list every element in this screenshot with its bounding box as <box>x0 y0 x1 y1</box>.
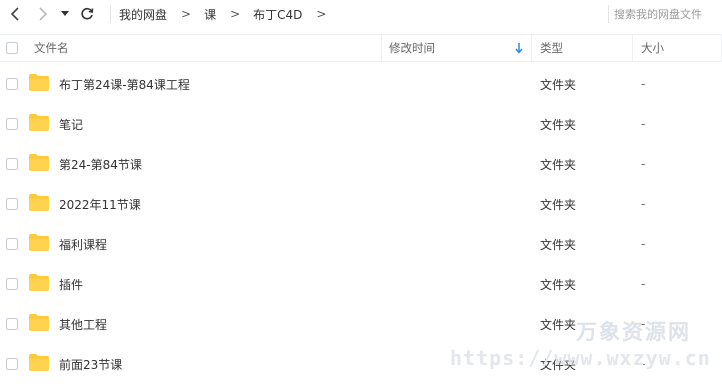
file-type: 文件夹 <box>540 157 577 172</box>
column-divider <box>531 35 532 62</box>
file-row[interactable]: 笔记 文件夹 - <box>0 104 722 144</box>
row-checkbox[interactable] <box>6 158 18 170</box>
file-type: 文件夹 <box>540 117 577 132</box>
column-header-name[interactable]: 文件名 <box>34 35 69 61</box>
breadcrumb-item-course[interactable]: 课 <box>204 6 216 23</box>
file-name[interactable]: 前面23节课 <box>59 344 122 384</box>
select-all-cell <box>6 35 18 61</box>
folder-icon <box>29 114 49 131</box>
folder-icon <box>29 354 49 371</box>
file-size: - <box>641 157 646 171</box>
file-row[interactable]: 插件 文件夹 - <box>0 264 722 304</box>
breadcrumb-divider <box>110 5 111 23</box>
file-row[interactable]: 第24-第84节课 文件夹 - <box>0 144 722 184</box>
toolbar: 我的网盘 > 课 > 布丁C4D > <box>0 0 722 28</box>
search-divider <box>608 5 609 23</box>
folder-icon <box>29 194 49 211</box>
folder-icon <box>29 314 49 331</box>
row-checkbox[interactable] <box>6 358 18 370</box>
column-header-size[interactable]: 大小 <box>641 35 664 61</box>
select-all-checkbox[interactable] <box>6 42 18 54</box>
file-size: - <box>641 317 646 331</box>
search-input[interactable] <box>614 7 719 21</box>
column-divider <box>381 35 382 62</box>
history-dropdown-button[interactable] <box>56 3 74 25</box>
file-size: - <box>641 77 646 91</box>
file-size: - <box>641 237 646 251</box>
breadcrumb-separator: > <box>316 7 327 21</box>
folder-icon <box>29 74 49 91</box>
search-box <box>608 3 722 25</box>
column-divider <box>632 35 633 62</box>
file-type: 文件夹 <box>540 277 577 292</box>
file-name[interactable]: 第24-第84节课 <box>59 144 142 184</box>
row-checkbox[interactable] <box>6 318 18 330</box>
chevron-right-icon <box>39 7 48 21</box>
column-header-type[interactable]: 类型 <box>540 35 563 61</box>
file-name[interactable]: 福利课程 <box>59 224 107 264</box>
file-size: - <box>641 117 646 131</box>
row-checkbox[interactable] <box>6 78 18 90</box>
row-checkbox[interactable] <box>6 118 18 130</box>
file-name[interactable]: 笔记 <box>59 104 83 144</box>
file-name[interactable]: 插件 <box>59 264 83 304</box>
file-type: 文件夹 <box>540 77 577 92</box>
breadcrumb-separator: > <box>181 7 192 21</box>
file-type: 文件夹 <box>540 237 577 252</box>
file-name[interactable]: 其他工程 <box>59 304 107 344</box>
table-header: 文件名 修改时间 类型 大小 <box>0 34 722 62</box>
breadcrumb-separator: > <box>230 7 241 21</box>
file-size: - <box>641 357 646 371</box>
column-header-modified-label: 修改时间 <box>389 41 435 55</box>
caret-down-icon <box>61 11 69 16</box>
file-list: 布丁第24课-第84课工程 文件夹 - 笔记 文件夹 - 第24-第84节课 文… <box>0 64 722 384</box>
file-type: 文件夹 <box>540 197 577 212</box>
file-size: - <box>641 277 646 291</box>
sort-down-icon <box>515 43 523 54</box>
forward-button[interactable] <box>32 3 54 25</box>
file-row[interactable]: 前面23节课 文件夹 - <box>0 344 722 384</box>
column-header-modified[interactable]: 修改时间 <box>389 35 529 61</box>
file-name[interactable]: 布丁第24课-第84课工程 <box>59 64 190 104</box>
file-type: 文件夹 <box>540 317 577 332</box>
refresh-button[interactable] <box>76 3 98 25</box>
chevron-left-icon <box>10 7 19 21</box>
refresh-icon <box>81 7 94 20</box>
folder-icon <box>29 234 49 251</box>
row-checkbox[interactable] <box>6 238 18 250</box>
breadcrumb-item-buding-c4d[interactable]: 布丁C4D <box>253 6 302 23</box>
breadcrumb: 我的网盘 > 课 > 布丁C4D > <box>110 0 339 28</box>
row-checkbox[interactable] <box>6 198 18 210</box>
file-row[interactable]: 福利课程 文件夹 - <box>0 224 722 264</box>
back-button[interactable] <box>4 3 26 25</box>
folder-icon <box>29 274 49 291</box>
folder-icon <box>29 154 49 171</box>
file-row[interactable]: 2022年11节课 文件夹 - <box>0 184 722 224</box>
file-row[interactable]: 布丁第24课-第84课工程 文件夹 - <box>0 64 722 104</box>
file-name[interactable]: 2022年11节课 <box>59 184 141 224</box>
breadcrumb-item-my-drive[interactable]: 我的网盘 <box>119 6 167 23</box>
file-size: - <box>641 197 646 211</box>
file-type: 文件夹 <box>540 357 577 372</box>
row-checkbox[interactable] <box>6 278 18 290</box>
file-row[interactable]: 其他工程 文件夹 - <box>0 304 722 344</box>
